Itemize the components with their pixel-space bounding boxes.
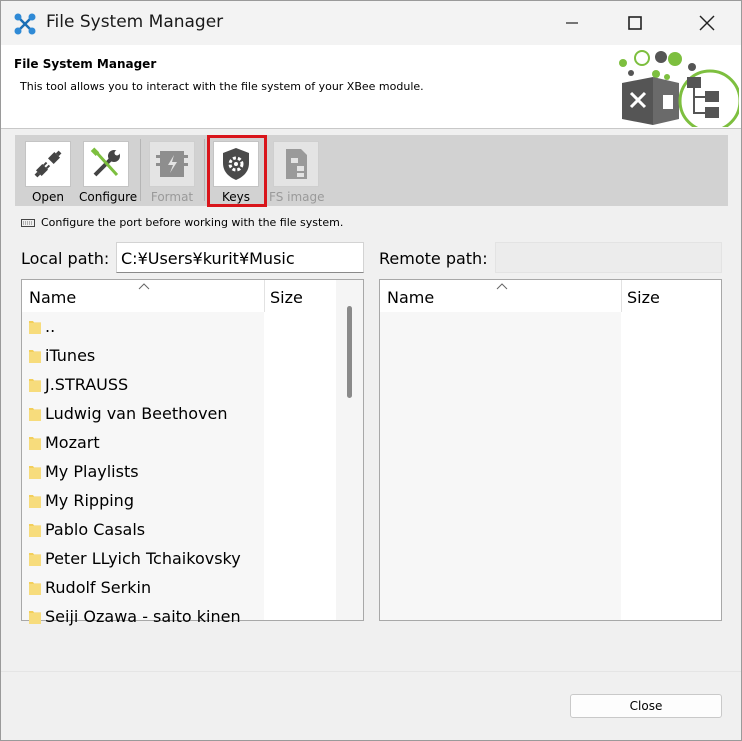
list-item[interactable]: J.STRAUSS — [22, 370, 241, 399]
close-button[interactable]: Close — [570, 694, 722, 718]
list-item[interactable]: Pablo Casals — [22, 515, 241, 544]
app-icon — [14, 13, 36, 35]
sort-ascending-icon — [138, 283, 150, 290]
open-button[interactable]: Open — [21, 139, 75, 204]
sort-ascending-icon — [496, 283, 508, 290]
open-label: Open — [31, 190, 65, 204]
close-icon — [699, 15, 715, 31]
remote-size-column-header[interactable]: Size — [621, 280, 721, 312]
remote-path-label: Remote path: — [379, 249, 488, 268]
remote-list-header: Name Size — [380, 280, 721, 312]
list-item-label: Seiji Ozawa - saito kinen — [45, 607, 241, 626]
format-label: Format — [150, 190, 194, 204]
maximize-icon — [628, 16, 642, 30]
port-hint: Configure the port before working with t… — [21, 216, 343, 229]
list-item-label: Peter LLyich Tchaikovsky — [45, 549, 241, 568]
list-item-label: iTunes — [45, 346, 96, 365]
window-title: File System Manager — [46, 12, 224, 32]
minimize-button[interactable] — [549, 1, 595, 45]
fs-image-button[interactable]: FS image — [269, 139, 325, 204]
folder-icon — [29, 552, 41, 566]
minimize-icon — [566, 22, 578, 24]
list-item-label: Mozart — [45, 433, 100, 452]
folder-icon — [29, 610, 41, 624]
wrench-screwdriver-icon — [90, 147, 120, 177]
remote-file-list[interactable]: Name Size — [379, 279, 722, 621]
folder-icon — [29, 378, 41, 392]
configure-button[interactable]: Configure — [79, 139, 138, 204]
list-item-label: J.STRAUSS — [45, 375, 129, 394]
close-window-button[interactable] — [684, 1, 730, 45]
folder-icon — [29, 581, 41, 595]
local-name-column-header[interactable]: Name — [22, 280, 264, 312]
plug-connect-icon — [34, 150, 62, 178]
file-system-manager-window: File System Manager File System Manager … — [0, 0, 742, 741]
folder-icon — [29, 523, 41, 537]
local-list-header: Name Size — [22, 280, 363, 312]
header-panel: File System Manager This tool allows you… — [1, 45, 741, 129]
folder-icon — [29, 436, 41, 450]
toolbar: Open Configure Format Keys FS image — [15, 135, 728, 206]
remote-name-column-header[interactable]: Name — [380, 280, 621, 312]
keyboard-icon — [21, 218, 35, 227]
local-file-list[interactable]: Name Size .. iTunes J.STRAUSS Ludwig van Be… — [21, 279, 364, 626]
list-item-label: Pablo Casals — [45, 520, 146, 539]
folder-icon — [29, 349, 41, 363]
configure-label: Configure — [79, 190, 138, 204]
list-item[interactable]: Mozart — [22, 428, 241, 457]
local-path-input[interactable]: C:¥Users¥kurit¥Music — [116, 242, 364, 273]
toolbar-separator — [204, 139, 205, 201]
list-item[interactable]: .. — [22, 312, 241, 341]
list-item[interactable]: Ludwig van Beethoven — [22, 399, 241, 428]
scrollbar-thumb[interactable] — [347, 306, 352, 398]
list-item-label: My Playlists — [45, 462, 139, 481]
local-size-column-header[interactable]: Size — [264, 280, 338, 312]
toolbar-separator — [140, 139, 141, 201]
list-item[interactable]: Rudolf Serkin — [22, 573, 241, 602]
list-item-label: My Ripping — [45, 491, 134, 510]
list-item[interactable]: iTunes — [22, 341, 241, 370]
file-system-logo-icon — [619, 50, 739, 127]
list-item-label: .. — [45, 317, 56, 336]
maximize-button[interactable] — [612, 1, 658, 45]
fs-image-document-icon — [286, 149, 307, 179]
list-item[interactable]: My Playlists — [22, 457, 241, 486]
fs-image-label: FS image — [269, 190, 325, 204]
folder-icon — [29, 407, 41, 421]
list-item[interactable]: Peter LLyich Tchaikovsky — [22, 544, 241, 573]
folder-icon — [29, 320, 41, 334]
list-item-label: Rudolf Serkin — [45, 578, 152, 597]
folder-icon — [29, 494, 41, 508]
local-rows: .. iTunes J.STRAUSS Ludwig van Beethoven Moz… — [22, 312, 241, 631]
header-description: This tool allows you to interact with th… — [20, 80, 424, 93]
local-list-scrollbar[interactable] — [336, 280, 363, 620]
port-hint-text: Configure the port before working with t… — [41, 216, 344, 229]
format-chip-icon — [156, 151, 188, 177]
local-path-label: Local path: — [21, 249, 110, 268]
format-button[interactable]: Format — [145, 139, 199, 204]
title-bar: File System Manager — [1, 1, 741, 45]
list-item-label: Ludwig van Beethoven — [45, 404, 228, 423]
keys-highlight-box — [207, 135, 267, 207]
list-item[interactable]: Seiji Ozawa - saito kinen — [22, 602, 241, 631]
folder-icon — [29, 465, 41, 479]
footer: Close — [1, 671, 741, 740]
remote-path-input[interactable] — [495, 242, 722, 273]
header-title: File System Manager — [14, 57, 157, 71]
list-item[interactable]: My Ripping — [22, 486, 241, 515]
